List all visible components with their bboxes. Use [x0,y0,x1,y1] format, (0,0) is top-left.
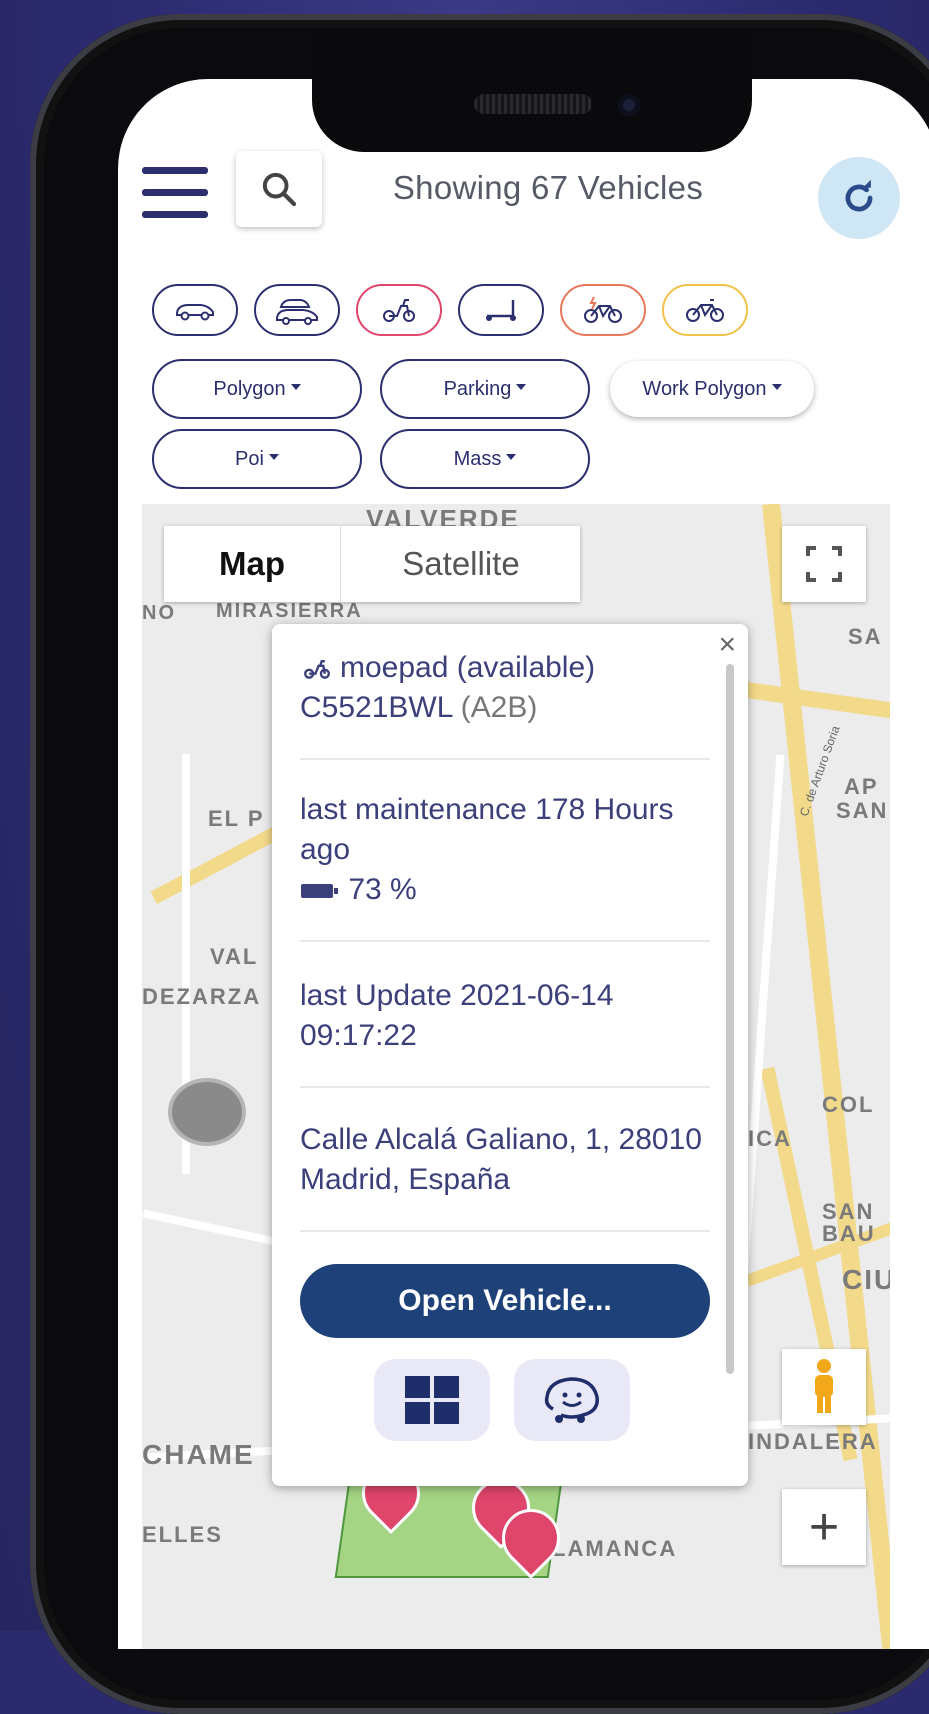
caret-down-icon [290,384,301,390]
divider [300,758,710,760]
battery-icon [301,884,338,899]
refresh-icon [845,179,873,212]
windows-icon [405,1376,459,1424]
caret-down-icon [771,384,782,390]
vehicle-cluster-marker[interactable] [168,1078,246,1146]
map-label: ICA [748,1126,792,1151]
map-label: SAN [836,798,889,823]
refresh-button[interactable] [818,157,900,239]
map-label: LAMANCA [552,1536,678,1561]
plate-suffix: (A2B) [460,691,538,724]
filter-bike-button[interactable] [662,284,748,336]
map-label: SA [848,624,883,649]
moped-icon [304,660,330,679]
filter-scooter-button[interactable] [458,284,544,336]
divider [300,940,710,942]
speaker-grille [474,94,592,114]
cars-icon [276,299,318,325]
divider [300,1086,710,1088]
map-label: NO [142,602,176,624]
waze-button[interactable] [514,1359,630,1441]
vehicle-header: moepad (available) C5521BWL (A2B) [300,648,710,728]
work-polygon-dropdown[interactable]: Work Polygon [610,361,814,417]
street [142,1209,282,1247]
vehicle-plate: C5521BWL [300,691,453,724]
pegman-icon [815,1359,833,1413]
map-label: CIU [842,1264,890,1295]
filter-car-button[interactable] [152,284,238,336]
front-camera [618,94,640,116]
popup-scrollbar[interactable] [726,664,734,1374]
mass-label: Mass [453,447,502,470]
mass-dropdown[interactable]: Mass [380,429,590,489]
map-label: ELLES [142,1522,223,1547]
moped-icon [383,299,415,322]
waze-icon [544,1377,599,1423]
open-vehicle-button[interactable]: Open Vehicle... [300,1264,710,1338]
work-polygon-label: Work Polygon [642,377,767,400]
caret-down-icon [506,454,517,460]
map-tab[interactable]: Map [164,526,340,602]
ebike-icon [584,296,622,323]
map-label: CHAME [142,1439,255,1470]
polygon-dropdown[interactable]: Polygon [152,359,362,419]
phone-frame: Showing 67 Vehicles Polygon Parking Work… [30,14,929,1714]
search-button[interactable] [236,151,322,227]
fullscreen-icon [806,546,842,582]
scooter-icon [486,300,516,321]
map-label: INDALERA [748,1429,878,1454]
vehicle-info-popup: × moepad (available) C5521BWL (A2B) last… [272,624,748,1486]
maintenance-text: last maintenance 178 Hours ago [300,793,674,866]
map-label: AP [844,774,879,799]
filter-moped-button[interactable] [356,284,442,336]
close-icon[interactable]: × [718,628,736,662]
maintenance-section: last maintenance 178 Hours ago 73 % [300,790,710,910]
highway [762,504,890,1649]
menu-icon[interactable] [142,167,208,219]
map-type-control: Map Satellite [164,526,580,602]
last-update-text: last Update 2021-06-14 09:17:22 [300,979,614,1052]
divider [300,1230,710,1232]
satellite-tab[interactable]: Satellite [340,526,581,602]
phone-notch [312,34,752,152]
map-view[interactable]: VALVERDE NO MIRASIERRA SA EL P VAL DEZAR… [142,504,890,1649]
filter-cars-button[interactable] [254,284,340,336]
parking-dropdown[interactable]: Parking [380,359,590,419]
caret-down-icon [268,454,279,460]
map-label: MIRASIERRA [216,600,363,622]
battery-level: 73 % [348,873,417,906]
street-view-button[interactable] [782,1349,866,1425]
car-icon [176,304,214,321]
vehicle-count-title: Showing 67 Vehicles [392,169,704,206]
fullscreen-button[interactable] [782,526,866,602]
search-icon [262,172,297,207]
vehicle-model: moepad (available) [340,651,596,684]
map-label: DEZARZA [142,984,262,1009]
zoom-in-button[interactable]: + [782,1489,866,1565]
address-text: Calle Alcalá Galiano, 1, 28010 Madrid, E… [300,1123,702,1196]
map-label: EL P [208,806,265,831]
filter-ebike-button[interactable] [560,284,646,336]
map-label: COL [822,1092,875,1117]
windows-button[interactable] [374,1359,490,1441]
polygon-label: Polygon [213,377,286,400]
poi-label: Poi [235,447,264,470]
poi-dropdown[interactable]: Poi [152,429,362,489]
phone-screen: Showing 67 Vehicles Polygon Parking Work… [118,79,929,1649]
parking-label: Parking [443,377,512,400]
map-label: BAU [822,1221,876,1246]
caret-down-icon [516,384,527,390]
map-label: VAL [210,944,259,969]
bike-icon [686,299,724,322]
